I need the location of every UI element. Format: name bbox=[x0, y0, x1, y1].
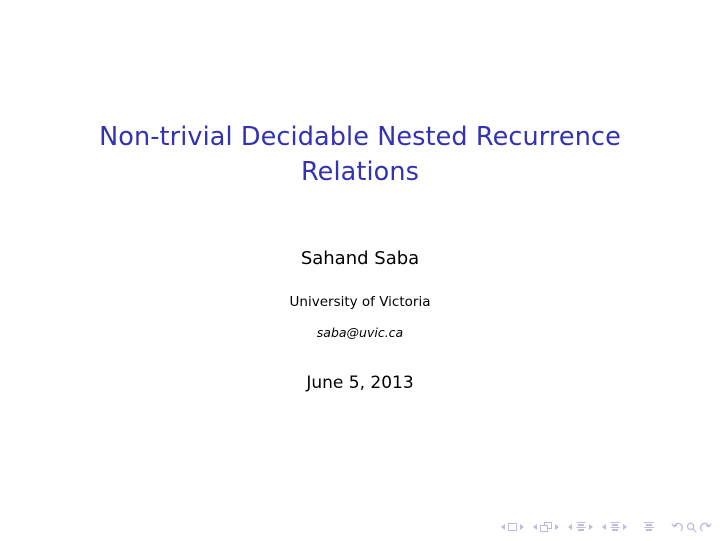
presentation-date: June 5, 2013 bbox=[306, 372, 414, 393]
document-navigation-group bbox=[643, 521, 654, 533]
next-frame-icon[interactable] bbox=[555, 524, 559, 530]
search-icon[interactable] bbox=[685, 521, 698, 534]
next-slide-icon[interactable] bbox=[520, 524, 524, 530]
back-arrow-icon[interactable] bbox=[671, 521, 684, 534]
presentation-title: Non-trivial Decidable Nested Recurrence … bbox=[99, 122, 621, 187]
forward-arrow-icon[interactable] bbox=[699, 521, 712, 534]
frame-icon[interactable] bbox=[540, 522, 552, 532]
history-navigation-group bbox=[670, 521, 712, 534]
subsection-icon[interactable] bbox=[575, 521, 586, 533]
subsection-navigation-group bbox=[568, 521, 593, 533]
previous-frame-icon[interactable] bbox=[533, 524, 537, 530]
document-icon[interactable] bbox=[643, 521, 654, 533]
previous-slide-icon[interactable] bbox=[501, 524, 505, 530]
next-subsection-icon[interactable] bbox=[589, 524, 593, 530]
section-navigation-group bbox=[602, 521, 627, 533]
institute-name: University of Victoria bbox=[289, 293, 431, 310]
titlepage: Non-trivial Decidable Nested Recurrence … bbox=[0, 120, 720, 394]
beamer-navigation-bar bbox=[501, 518, 712, 536]
frame-navigation-group bbox=[533, 522, 559, 532]
slide-navigation-group bbox=[501, 523, 524, 531]
author-email: saba@uvic.ca bbox=[316, 325, 404, 341]
author-name: Sahand Saba bbox=[300, 248, 420, 270]
section-icon[interactable] bbox=[609, 521, 620, 533]
slide-canvas: Non-trivial Decidable Nested Recurrence … bbox=[0, 0, 720, 541]
slide-icon[interactable] bbox=[508, 523, 517, 531]
previous-section-icon[interactable] bbox=[602, 524, 606, 530]
next-section-icon[interactable] bbox=[623, 524, 627, 530]
previous-subsection-icon[interactable] bbox=[568, 524, 572, 530]
